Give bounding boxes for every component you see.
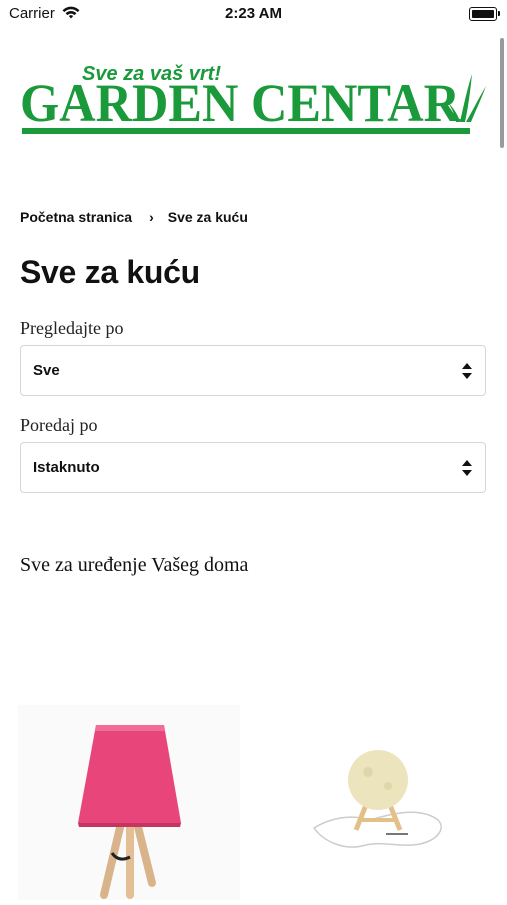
sort-label: Poredaj po — [20, 415, 98, 435]
status-time: 2:23 AM — [225, 5, 282, 22]
select-arrows-icon — [462, 460, 472, 476]
svg-text:GARDEN CENTAR: GARDEN CENTAR — [20, 73, 461, 133]
product-image-moon-lamp[interactable] — [310, 748, 450, 858]
product-image-pink-lamp[interactable] — [18, 705, 240, 900]
browse-label: Pregledajte po — [20, 318, 124, 338]
breadcrumb-separator: › — [149, 209, 154, 225]
scrollbar[interactable] — [500, 38, 504, 148]
battery-icon — [469, 7, 500, 21]
category-intro-text: Sve za uređenje Vašeg doma — [20, 554, 249, 576]
browse-select-value: Sve — [33, 362, 60, 379]
sort-select-value: Istaknuto — [33, 459, 100, 476]
status-bar: Carrier 2:23 AM — [0, 0, 507, 30]
browse-select[interactable]: Sve — [20, 345, 486, 396]
garden-centar-logo[interactable]: Sve za vaš vrt! GARDEN CENTAR — [18, 58, 488, 142]
select-arrows-icon — [462, 363, 472, 379]
page-title: Sve za kuću — [20, 254, 200, 290]
breadcrumb-home-link[interactable]: Početna stranica — [20, 209, 132, 225]
breadcrumb-current: Sve za kuću — [167, 209, 248, 225]
sort-select[interactable]: Istaknuto — [20, 442, 486, 493]
breadcrumb: Početna stranica › Sve za kuću — [20, 209, 248, 225]
